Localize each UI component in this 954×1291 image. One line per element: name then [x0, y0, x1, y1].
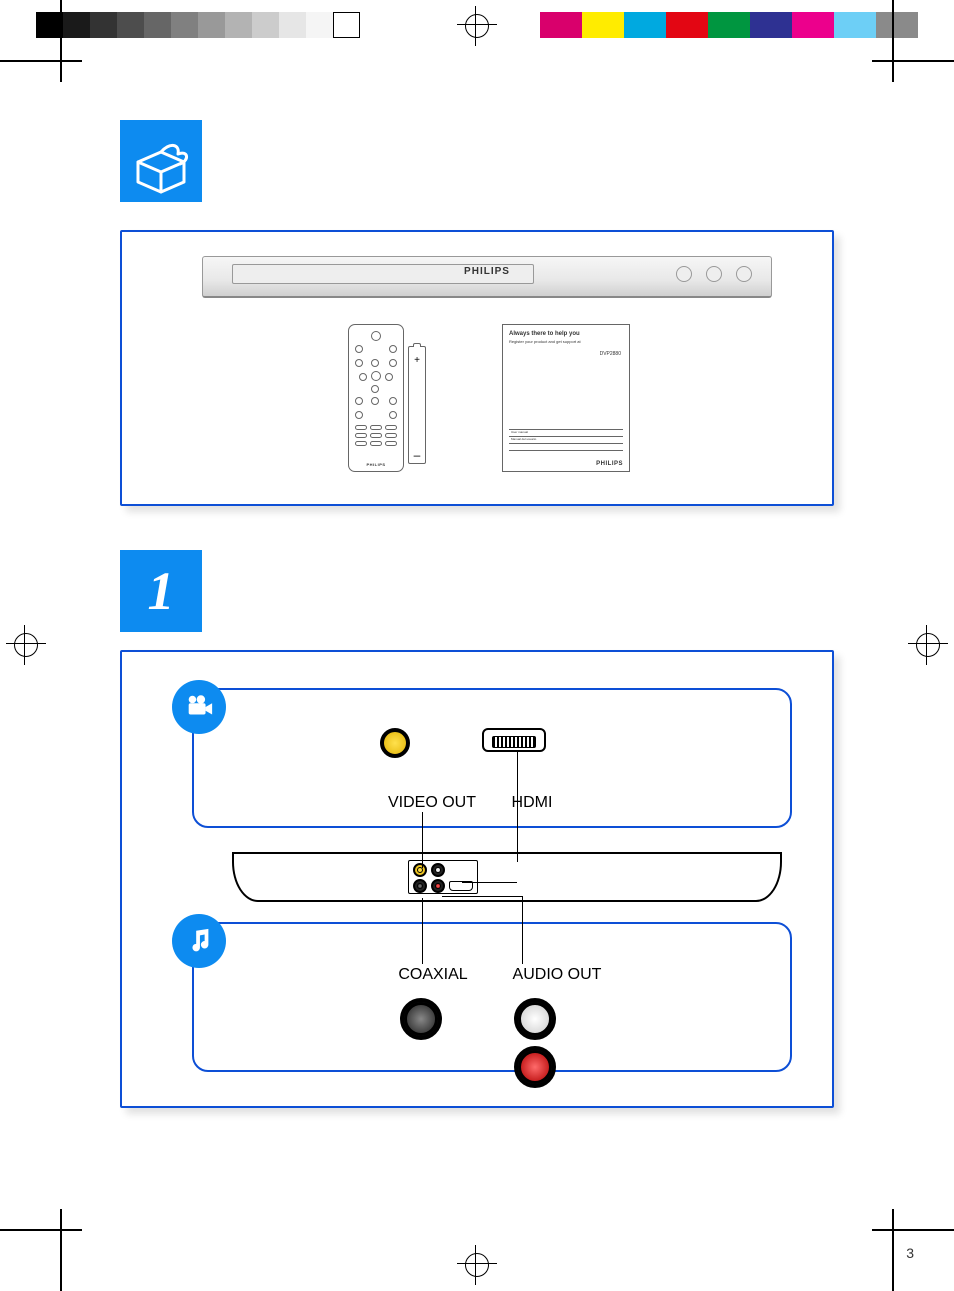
hdmi-label: HDMI: [492, 794, 572, 812]
registration-target-right: [908, 625, 948, 665]
crop-mark: [60, 0, 62, 82]
music-note-icon: [172, 914, 226, 968]
audio-section: [192, 922, 792, 1072]
manual-footer-line: User manual: [511, 430, 528, 436]
remote-brand: PHILIPS: [349, 462, 403, 467]
color-bar: [540, 12, 918, 38]
grayscale-bar: [36, 12, 360, 38]
manual-brand: PHILIPS: [596, 461, 623, 467]
coaxial-jack-illustration: [400, 998, 442, 1040]
box-contents-panel: PHILIPS PHILIPS + –: [120, 230, 834, 506]
manual-footer-line: Manual del usuario: [511, 437, 536, 443]
battery: + –: [408, 346, 426, 464]
crop-mark: [0, 60, 82, 62]
remote-control: PHILIPS: [348, 324, 404, 472]
crop-mark: [872, 1229, 954, 1231]
manual-headline: Always there to help you: [509, 331, 623, 337]
step-number-badge: 1: [120, 550, 202, 632]
dvd-player-unit: PHILIPS: [202, 256, 772, 298]
leader-line: [462, 882, 517, 883]
registration-target-left: [6, 625, 46, 665]
audio-out-white-jack: [514, 998, 556, 1040]
crop-mark: [872, 60, 954, 62]
crop-mark: [60, 1209, 62, 1291]
brand-logo: PHILIPS: [464, 266, 510, 277]
hdmi-port-illustration: [482, 728, 546, 752]
front-buttons: [676, 266, 752, 282]
crop-mark: [892, 0, 894, 82]
content-area: PHILIPS PHILIPS + –: [120, 120, 834, 1171]
manual-page: PHILIPS PHILIPS + –: [0, 0, 954, 1291]
unbox-icon: [120, 120, 202, 202]
video-camera-icon: [172, 680, 226, 734]
registration-target-bottom: [457, 1245, 497, 1285]
video-out-label: VIDEO OUT: [372, 794, 492, 812]
leader-line: [442, 896, 522, 897]
manual-subline: Register your product and get support at: [509, 339, 623, 344]
battery-minus: –: [409, 451, 425, 459]
video-out-jack-illustration: [380, 728, 410, 758]
coaxial-label: COAXIAL: [378, 966, 488, 984]
leader-line: [422, 898, 423, 964]
battery-plus: +: [409, 355, 425, 366]
audio-out-red-jack: [514, 1046, 556, 1088]
player-rear-view: [232, 852, 782, 902]
user-manual-booklet: Always there to help you Register your p…: [502, 324, 630, 472]
audio-out-label: AUDIO OUT: [492, 966, 622, 984]
leader-line: [422, 812, 423, 868]
manual-model: DVP2880: [600, 351, 621, 357]
connections-panel: VIDEO OUT HDMI COAXIAL AUDIO OUT: [120, 650, 834, 1108]
registration-target-top: [457, 6, 497, 46]
crop-mark: [0, 1229, 82, 1231]
crop-mark: [892, 1209, 894, 1291]
step-number: 1: [148, 560, 175, 622]
leader-line: [522, 896, 523, 964]
leader-line: [517, 752, 518, 862]
page-number: 3: [906, 1245, 914, 1261]
